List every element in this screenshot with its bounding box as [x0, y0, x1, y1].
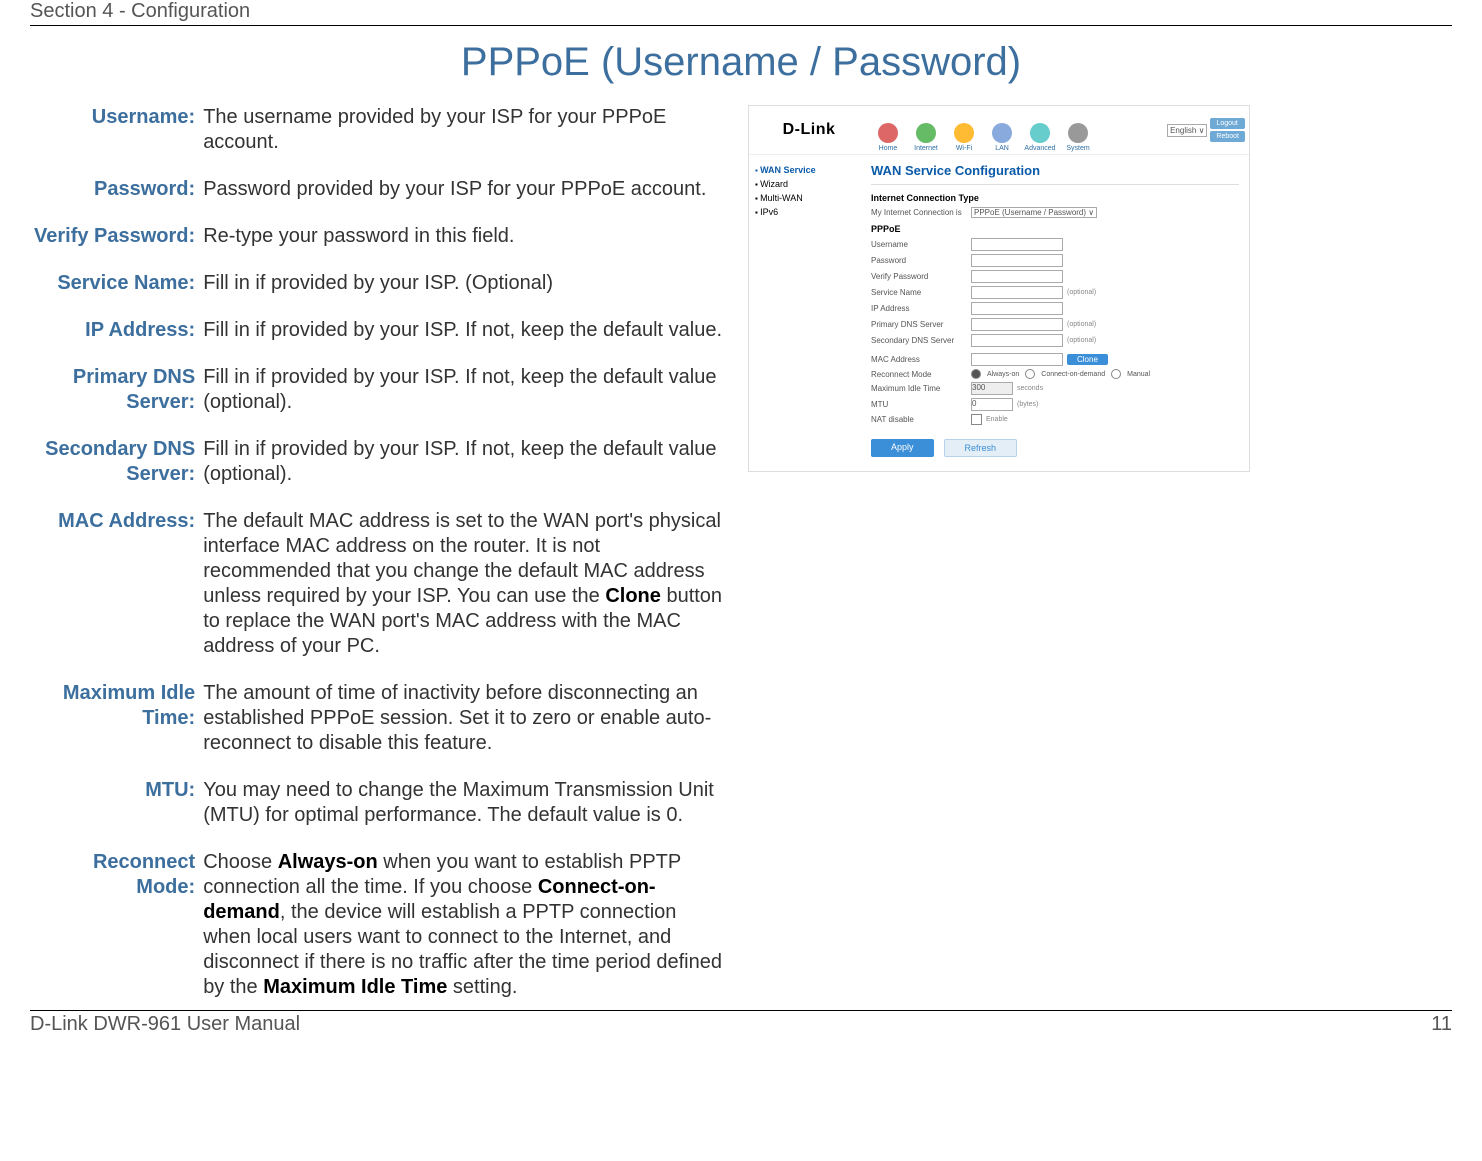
nav-lan[interactable]: LAN	[983, 106, 1021, 154]
value-service: Fill in if provided by your ISP. (Option…	[199, 271, 730, 296]
value-reconnect: Choose Always-on when you want to establ…	[199, 850, 730, 1000]
radio-always-lbl: Always-on	[987, 371, 1019, 378]
value-idle: The amount of time of inactivity before …	[199, 681, 730, 756]
r-pdns-lbl: Primary DNS Server	[871, 320, 971, 329]
radio-demand[interactable]	[1025, 369, 1035, 379]
r-svc-hint: (optional)	[1067, 289, 1096, 296]
label-sdns: Secondary DNS Server:	[30, 437, 199, 487]
r-sdns-input[interactable]	[971, 334, 1063, 347]
r-mac-input[interactable]	[971, 353, 1063, 366]
r-sdns-hint: (optional)	[1067, 337, 1096, 344]
r-reconn-lbl: Reconnect Mode	[871, 370, 971, 379]
side-wan[interactable]: WAN Service	[755, 163, 855, 177]
value-sdns: Fill in if provided by your ISP. If not,…	[199, 437, 730, 487]
mac-bold: Clone	[605, 585, 661, 607]
r-idle-lbl: Maximum Idle Time	[871, 384, 971, 393]
panel-title: WAN Service Configuration	[871, 163, 1239, 185]
label-mac: MAC Address:	[30, 509, 199, 659]
reboot-button[interactable]: Reboot	[1210, 131, 1245, 142]
label-username: Username:	[30, 105, 199, 155]
rec-p1: Choose	[203, 851, 278, 873]
value-verify: Re-type your password in this field.	[199, 224, 730, 249]
logout-button[interactable]: Logout	[1210, 118, 1245, 129]
refresh-button[interactable]: Refresh	[944, 439, 1018, 457]
rec-b3: Maximum Idle Time	[263, 976, 447, 998]
definition-table: Username: The username provided by your …	[30, 105, 730, 1000]
value-username: The username provided by your ISP for yo…	[199, 105, 730, 155]
r-mtu-hint: (bytes)	[1017, 401, 1038, 408]
r-svc-input[interactable]	[971, 286, 1063, 299]
value-mac: The default MAC address is set to the WA…	[199, 509, 730, 659]
label-mtu: MTU:	[30, 778, 199, 828]
value-ip: Fill in if provided by your ISP. If not,…	[199, 318, 730, 343]
apply-button[interactable]: Apply	[871, 439, 934, 457]
footer-page: 11	[1431, 1013, 1452, 1036]
conn-label: My Internet Connection is	[871, 208, 971, 217]
value-password: Password provided by your ISP for your P…	[199, 177, 730, 202]
page-title: PPPoE (Username / Password)	[30, 40, 1452, 85]
r-ip-input[interactable]	[971, 302, 1063, 315]
r-user-lbl: Username	[871, 240, 971, 249]
r-verify-input[interactable]	[971, 270, 1063, 283]
router-screenshot: D-Link Home Internet Wi-Fi LAN Advanced …	[748, 105, 1250, 472]
rec-p4: setting.	[447, 976, 517, 998]
side-ipv6[interactable]: IPv6	[755, 205, 855, 219]
radio-always[interactable]	[971, 369, 981, 379]
footer-manual: D-Link DWR-961 User Manual	[30, 1013, 300, 1036]
label-password: Password:	[30, 177, 199, 202]
nav-wifi[interactable]: Wi-Fi	[945, 106, 983, 154]
nav-internet[interactable]: Internet	[907, 106, 945, 154]
section-header: Section 4 - Configuration	[30, 0, 1452, 25]
r-verify-lbl: Verify Password	[871, 272, 971, 281]
conn-select[interactable]: PPPoE (Username / Password) ∨	[971, 207, 1097, 218]
r-pdns-input[interactable]	[971, 318, 1063, 331]
r-mtu-lbl: MTU	[871, 400, 971, 409]
clone-button[interactable]: Clone	[1067, 354, 1108, 365]
r-sdns-lbl: Secondary DNS Server	[871, 336, 971, 345]
value-pdns: Fill in if provided by your ISP. If not,…	[199, 365, 730, 415]
side-multiwan[interactable]: Multi-WAN	[755, 191, 855, 205]
label-ip: IP Address:	[30, 318, 199, 343]
label-service: Service Name:	[30, 271, 199, 296]
r-user-input[interactable]	[971, 238, 1063, 251]
r-mac-lbl: MAC Address	[871, 355, 971, 364]
r-pdns-hint: (optional)	[1067, 321, 1096, 328]
radio-manual[interactable]	[1111, 369, 1121, 379]
sec-pppoe: PPPoE	[871, 224, 1239, 234]
value-mtu: You may need to change the Maximum Trans…	[199, 778, 730, 828]
sec-conn-type: Internet Connection Type	[871, 193, 1239, 203]
label-reconnect: Reconnect Mode:	[30, 850, 199, 1000]
side-wizard[interactable]: Wizard	[755, 177, 855, 191]
r-nat-hint: Enable	[986, 416, 1008, 423]
r-idle-hint: seconds	[1017, 385, 1043, 392]
r-idle-input[interactable]: 300	[971, 382, 1013, 395]
radio-manual-lbl: Manual	[1127, 371, 1150, 378]
r-mtu-input[interactable]: 0	[971, 398, 1013, 411]
radio-demand-lbl: Connect-on-demand	[1041, 371, 1105, 378]
r-ip-lbl: IP Address	[871, 304, 971, 313]
label-idle: Maximum Idle Time:	[30, 681, 199, 756]
label-pdns: Primary DNS Server:	[30, 365, 199, 415]
r-svc-lbl: Service Name	[871, 288, 971, 297]
rec-b1: Always-on	[278, 851, 378, 873]
router-logo: D-Link	[749, 106, 869, 154]
r-pass-lbl: Password	[871, 256, 971, 265]
nav-home[interactable]: Home	[869, 106, 907, 154]
r-nat-checkbox[interactable]	[971, 414, 982, 425]
nav-advanced[interactable]: Advanced	[1021, 106, 1059, 154]
nav-system[interactable]: System	[1059, 106, 1097, 154]
label-verify: Verify Password:	[30, 224, 199, 249]
r-nat-lbl: NAT disable	[871, 415, 971, 424]
r-pass-input[interactable]	[971, 254, 1063, 267]
lang-select[interactable]: English ∨	[1167, 124, 1207, 137]
